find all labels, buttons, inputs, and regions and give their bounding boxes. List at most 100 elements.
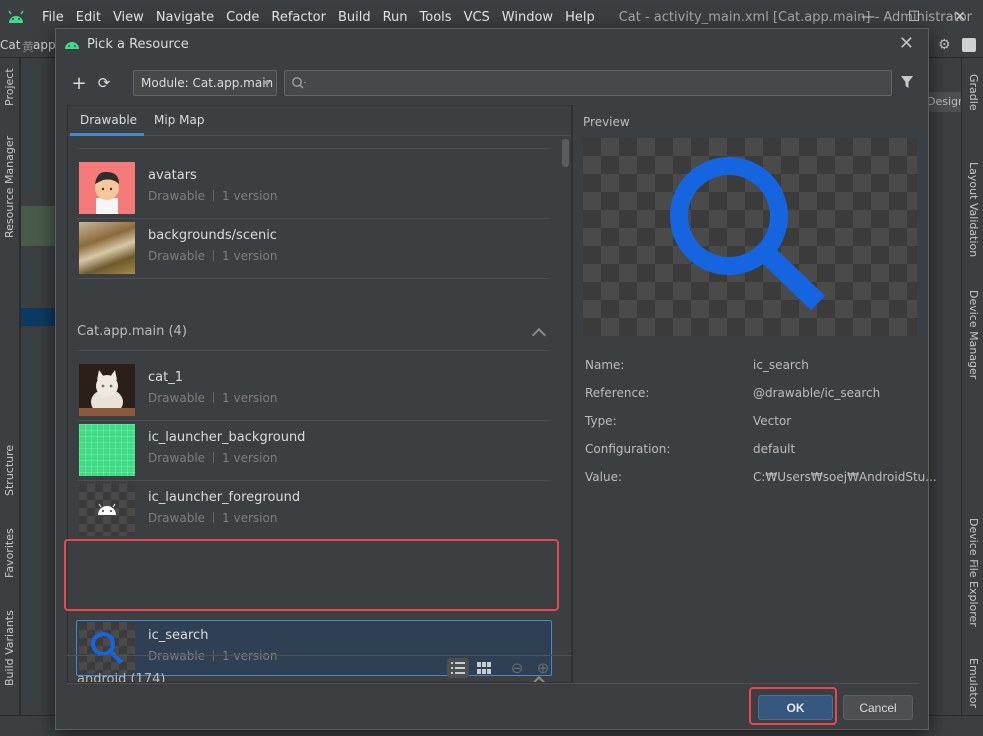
list-item[interactable]: backgrounds/scenic Drawable 1 version [77,218,549,278]
project-tree-panel [21,58,56,715]
design-view-button[interactable]: Design [927,92,961,112]
resource-meta: Drawable 1 version [148,249,278,263]
cat-thumbnail-icon [79,364,135,416]
property-value-configuration: default [753,442,796,456]
chevron-up-icon[interactable] [531,327,547,343]
list-view-toolbar: ⊖ ⊕ [67,655,572,683]
list-scrollbar[interactable] [562,139,569,167]
list-divider [77,148,549,149]
menu-vcs[interactable]: VCS [458,10,496,25]
property-label-value: Value: [585,470,622,484]
menu-view[interactable]: View [107,10,150,25]
breadcrumb-module[interactable]: app [33,38,56,52]
list-divider [77,278,549,279]
left-tool-strip: Project Resource Manager Structure Favor… [0,58,20,715]
tool-tab-build-variants[interactable]: Build Variants [3,610,16,686]
ide-window: File Edit View Navigate Code Refactor Bu… [0,0,983,736]
refresh-icon[interactable]: ⟳ [94,73,114,93]
grid-view-icon[interactable] [473,658,495,678]
selection-callout [64,539,559,611]
android-studio-logo-icon [6,9,26,25]
settings-gear-icon[interactable]: ⚙ [938,37,951,53]
menu-tools[interactable]: Tools [414,10,458,25]
design-label: Design [927,95,961,108]
menu-run[interactable]: Run [377,10,414,25]
menu-navigate[interactable]: Navigate [150,10,220,25]
tool-tab-layout-validation[interactable]: Layout Validation [967,162,980,257]
tool-tab-project[interactable]: Project [3,68,16,106]
breadcrumb-project[interactable]: Cat [0,38,20,52]
tool-tab-resource-manager[interactable]: Resource Manager [3,136,16,238]
list-divider [77,350,549,351]
tool-tab-structure[interactable]: Structure [3,445,16,496]
list-item[interactable]: cat_1 Drawable 1 version [77,360,549,420]
resource-name: ic_launcher_background [148,430,306,445]
active-tab-indicator [70,133,144,136]
editor-right-edge: Design [927,58,961,715]
property-value-type: Vector [753,414,792,428]
property-value-reference: @drawable/ic_search [753,386,881,400]
property-label-reference: Reference: [585,386,650,400]
property-value-value: C:₩Users₩soej₩AndroidStu... [753,470,937,484]
list-view-icon[interactable] [447,658,469,678]
module-select[interactable]: Module: Cat.app.main [133,70,277,96]
menu-file[interactable]: File [36,10,70,25]
launcher-foreground-thumbnail-icon [79,484,135,536]
list-item[interactable]: avatars Drawable 1 version [77,158,549,218]
resource-name: backgrounds/scenic [148,228,277,243]
section-header-main[interactable]: Cat.app.main (4) [77,324,187,339]
menu-build[interactable]: Build [332,10,377,25]
close-icon[interactable]: ✕ [899,33,914,54]
dialog-toolbar: + ⟳ Module: Cat.app.main [56,67,928,101]
ok-button[interactable]: OK [758,695,833,720]
scenic-thumbnail-icon [79,222,135,274]
property-label-configuration: Configuration: [585,442,671,456]
zoom-in-icon[interactable]: ⊕ [532,658,554,678]
tab-drawable[interactable]: Drawable [80,113,137,127]
tree-selection [21,308,56,326]
menu-help[interactable]: Help [559,10,601,25]
resource-type-tabs: Drawable Mip Map [68,106,571,136]
chevron-down-icon [263,81,271,86]
resource-meta: Drawable 1 version [148,391,278,405]
resource-name: ic_launcher_foreground [148,490,301,505]
list-item[interactable]: ic_launcher_foreground Drawable 1 version [77,480,549,540]
property-label-type: Type: [585,414,617,428]
tool-tab-gradle[interactable]: Gradle [967,74,980,111]
preview-image [583,138,917,336]
pick-resource-dialog: Pick a Resource ✕ + ⟳ Module: Cat.app.ma… [55,28,937,730]
property-value-name: ic_search [753,358,809,372]
cancel-button[interactable]: Cancel [843,695,913,720]
resource-name: cat_1 [148,370,183,385]
launcher-background-thumbnail-icon [79,424,135,476]
avatar-thumbnail-icon [79,162,135,214]
filter-icon[interactable] [900,75,914,89]
android-head-icon [64,38,80,50]
tab-mip-map[interactable]: Mip Map [154,113,204,127]
dialog-title: Pick a Resource [87,36,189,52]
dialog-title-bar: Pick a Resource [56,29,928,59]
tool-tab-device-manager[interactable]: Device Manager [967,290,980,379]
module-select-value: Module: Cat.app.main [141,76,274,90]
menu-edit[interactable]: Edit [70,10,107,25]
menu-refactor[interactable]: Refactor [265,10,332,25]
search-input[interactable] [284,70,892,96]
resource-meta: Drawable 1 version [148,451,278,465]
resource-meta: Drawable 1 version [148,189,278,203]
footer-divider [67,683,918,684]
account-icon[interactable] [962,38,976,52]
search-icon [292,77,306,89]
tool-tab-emulator[interactable]: Emulator [967,658,980,708]
menu-window[interactable]: Window [496,10,559,25]
tool-tab-favorites[interactable]: Favorites [3,528,16,578]
zoom-out-icon[interactable]: ⊖ [506,658,528,678]
resource-meta: Drawable 1 version [148,511,278,525]
search-preview-icon [670,157,825,311]
tool-tab-device-file-explorer[interactable]: Device File Explorer [967,518,980,627]
preview-panel: Preview Name: ic_search Reference: @draw… [572,105,937,683]
list-item[interactable]: ic_launcher_background Drawable 1 version [77,420,549,480]
menu-code[interactable]: Code [220,10,265,25]
add-icon[interactable]: + [69,73,89,94]
property-label-name: Name: [585,358,625,372]
close-window-icon[interactable]: ✕ [937,0,983,34]
